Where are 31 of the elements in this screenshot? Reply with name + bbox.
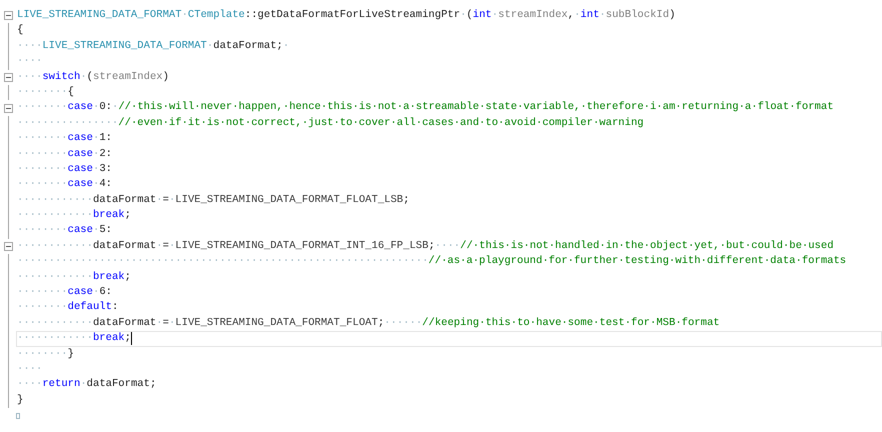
code-line: ····switch·(streamIndex) — [16, 70, 170, 85]
marker-icon — [16, 412, 20, 419]
code-line: ·································································//·as·a·playground·for·further·testing·with·different·data·formats — [16, 254, 848, 270]
code-line: ···· — [16, 362, 44, 377]
code-line: ········case·4: — [16, 177, 113, 192]
code-line: ····LIVE_STREAMING_DATA_FORMAT·dataFormat;· — [16, 38, 290, 54]
collapse-icon[interactable] — [4, 242, 13, 252]
code-line: ········default: — [16, 300, 120, 316]
code-line: LIVE_STREAMING_DATA_FORMAT·CTemplate::getDataFormatForLiveStreamingPtr·(int·streamIndex,·int·subBlockId) — [16, 8, 676, 23]
code-line: ········} — [16, 346, 75, 362]
code-line: ···· — [16, 54, 44, 70]
collapse-icon[interactable] — [4, 11, 13, 20]
code-line: { — [16, 23, 24, 38]
code-line: ················//·even·if·it·is·not·correct,·just·to·cover·all·cases·and·to·avoid·compiler·warning — [16, 116, 645, 131]
code-line: ········case·5: — [16, 223, 113, 238]
code-line: ············dataFormat·=·LIVE_STREAMING_DATA_FORMAT_FLOAT;······//keeping·this·to·have·some·test·for·MSB·format — [16, 316, 721, 331]
code-line: ····return·dataFormat; — [16, 377, 158, 392]
code-line: ············dataFormat·=·LIVE_STREAMING_DATA_FORMAT_INT_16_FP_LSB;····//·this·is·not·handled·in·the·object·yet,·but·could·be·used — [16, 238, 835, 254]
text-caret — [130, 332, 132, 346]
code-line: ········case·3: — [16, 162, 113, 177]
code-line: ········case·1: — [16, 131, 113, 146]
code-line: ············break; — [16, 208, 132, 224]
code-line: ············dataFormat·=·LIVE_STREAMING_DATA_FORMAT_FLOAT_LSB; — [16, 192, 410, 208]
code-line: ············break; — [16, 270, 132, 285]
collapse-icon[interactable] — [4, 72, 13, 82]
code-line: ········case·2: — [16, 146, 113, 162]
code-line: ········{ — [16, 84, 75, 100]
collapse-icon[interactable] — [4, 104, 13, 113]
code-line: ········case·0:·//·this·will·never·happen,·hence·this·is·not·a·streamable·state·variable,·therefore·i·am·returning·a·float·format — [16, 100, 835, 116]
code-line: } — [16, 392, 24, 408]
code-line: ········case·6: — [16, 285, 113, 300]
